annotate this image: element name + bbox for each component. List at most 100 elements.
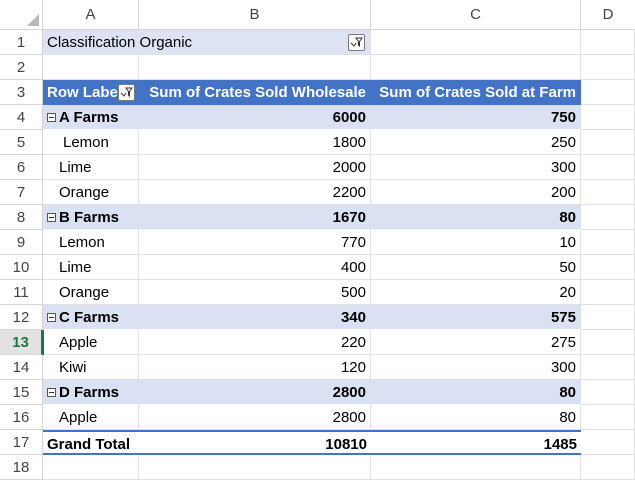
cell-d4[interactable] xyxy=(581,105,635,130)
pivot-item-label[interactable]: Apple xyxy=(43,405,139,430)
row-header-3[interactable]: 3 xyxy=(0,80,43,105)
item-wholesale-value[interactable]: 2200 xyxy=(139,180,371,205)
group-farm-value[interactable]: 750 xyxy=(371,105,581,130)
group-wholesale-value[interactable]: 1670 xyxy=(139,205,371,230)
grand-total-label[interactable]: Grand Total xyxy=(43,430,139,455)
item-farm-value[interactable]: 300 xyxy=(371,155,581,180)
collapse-icon[interactable] xyxy=(47,113,56,122)
cell-d1[interactable] xyxy=(581,30,635,55)
row-header-12[interactable]: 12 xyxy=(0,305,43,330)
item-farm-value[interactable]: 275 xyxy=(371,330,581,355)
column-header-c[interactable]: C xyxy=(371,0,581,30)
row-header-4[interactable]: 4 xyxy=(0,105,43,130)
cell-b18[interactable] xyxy=(139,455,371,480)
select-all-button[interactable] xyxy=(0,0,43,30)
pivot-item-label[interactable]: Lemon xyxy=(43,230,139,255)
pivot-header-wholesale[interactable]: Sum of Crates Sold Wholesale xyxy=(139,80,371,105)
item-farm-value[interactable]: 200 xyxy=(371,180,581,205)
column-header-d[interactable]: D xyxy=(581,0,635,30)
pivot-group-c-farms[interactable]: C Farms xyxy=(43,305,139,330)
item-wholesale-value[interactable]: 2000 xyxy=(139,155,371,180)
item-wholesale-value[interactable]: 220 xyxy=(139,330,371,355)
pivot-item-label[interactable]: Kiwi xyxy=(43,355,139,380)
group-farm-value[interactable]: 80 xyxy=(371,205,581,230)
pivot-item-label[interactable]: Orange xyxy=(43,180,139,205)
pivot-header-farm[interactable]: Sum of Crates Sold at Farm xyxy=(371,80,581,105)
cell-b2[interactable] xyxy=(139,55,371,80)
pivot-item-label[interactable]: Lemon xyxy=(43,130,139,155)
item-wholesale-value[interactable]: 2800 xyxy=(139,405,371,430)
cell-c2[interactable] xyxy=(371,55,581,80)
cell-d16[interactable] xyxy=(581,405,635,430)
row-header-1[interactable]: 1 xyxy=(0,30,43,55)
collapse-icon[interactable] xyxy=(47,213,56,222)
pivot-item-label[interactable]: Orange xyxy=(43,280,139,305)
cell-d6[interactable] xyxy=(581,155,635,180)
item-farm-value[interactable]: 10 xyxy=(371,230,581,255)
cell-d3[interactable] xyxy=(581,80,635,105)
pivot-group-d-farms[interactable]: D Farms xyxy=(43,380,139,405)
cell-d18[interactable] xyxy=(581,455,635,480)
cell-d17[interactable] xyxy=(581,430,635,455)
group-farm-value[interactable]: 80 xyxy=(371,380,581,405)
cell-c1[interactable] xyxy=(371,30,581,55)
cell-d13[interactable] xyxy=(581,330,635,355)
row-header-2[interactable]: 2 xyxy=(0,55,43,80)
item-wholesale-value[interactable]: 120 xyxy=(139,355,371,380)
row-header-18[interactable]: 18 xyxy=(0,455,43,480)
row-header-14[interactable]: 14 xyxy=(0,355,43,380)
cell-d9[interactable] xyxy=(581,230,635,255)
item-wholesale-value[interactable]: 770 xyxy=(139,230,371,255)
collapse-icon[interactable] xyxy=(47,313,56,322)
cell-c18[interactable] xyxy=(371,455,581,480)
group-farm-value[interactable]: 575 xyxy=(371,305,581,330)
row-header-16[interactable]: 16 xyxy=(0,405,43,430)
pivot-group-b-farms[interactable]: B Farms xyxy=(43,205,139,230)
row-header-5[interactable]: 5 xyxy=(0,130,43,155)
item-farm-value[interactable]: 20 xyxy=(371,280,581,305)
item-farm-value[interactable]: 250 xyxy=(371,130,581,155)
row-header-6[interactable]: 6 xyxy=(0,155,43,180)
row-header-17[interactable]: 17 xyxy=(0,430,43,455)
cell-d14[interactable] xyxy=(581,355,635,380)
cell-d8[interactable] xyxy=(581,205,635,230)
cell-d11[interactable] xyxy=(581,280,635,305)
group-wholesale-value[interactable]: 340 xyxy=(139,305,371,330)
item-farm-value[interactable]: 50 xyxy=(371,255,581,280)
row-header-13[interactable]: 13 xyxy=(0,330,43,355)
row-header-7[interactable]: 7 xyxy=(0,180,43,205)
item-farm-value[interactable]: 80 xyxy=(371,405,581,430)
cell-a2[interactable] xyxy=(43,55,139,80)
grand-total-farm[interactable]: 1485 xyxy=(371,430,581,455)
column-header-a[interactable]: A xyxy=(43,0,139,30)
grand-total-wholesale[interactable]: 10810 xyxy=(139,430,371,455)
pivot-item-label[interactable]: Lime xyxy=(43,255,139,280)
cell-d15[interactable] xyxy=(581,380,635,405)
collapse-icon[interactable] xyxy=(47,388,56,397)
row-header-15[interactable]: 15 xyxy=(0,380,43,405)
column-header-b[interactable]: B xyxy=(139,0,371,30)
row-header-11[interactable]: 11 xyxy=(0,280,43,305)
cell-d7[interactable] xyxy=(581,180,635,205)
row-labels-filter-button[interactable] xyxy=(118,84,135,101)
item-wholesale-value[interactable]: 1800 xyxy=(139,130,371,155)
pivot-group-a-farms[interactable]: A Farms xyxy=(43,105,139,130)
cell-d2[interactable] xyxy=(581,55,635,80)
pivot-item-label[interactable]: Lime xyxy=(43,155,139,180)
cell-d10[interactable] xyxy=(581,255,635,280)
item-wholesale-value[interactable]: 500 xyxy=(139,280,371,305)
group-wholesale-value[interactable]: 6000 xyxy=(139,105,371,130)
row-header-9[interactable]: 9 xyxy=(0,230,43,255)
item-farm-value[interactable]: 300 xyxy=(371,355,581,380)
cell-a18[interactable] xyxy=(43,455,139,480)
pivot-item-label[interactable]: Apple xyxy=(43,330,139,355)
item-wholesale-value[interactable]: 400 xyxy=(139,255,371,280)
group-wholesale-value[interactable]: 2800 xyxy=(139,380,371,405)
report-filter-cell[interactable]: Classification Organic xyxy=(43,30,371,55)
cell-d5[interactable] xyxy=(581,130,635,155)
cell-d12[interactable] xyxy=(581,305,635,330)
group-label: C Farms xyxy=(59,309,120,326)
row-header-8[interactable]: 8 xyxy=(0,205,43,230)
row-header-10[interactable]: 10 xyxy=(0,255,43,280)
report-filter-dropdown-button[interactable] xyxy=(348,34,365,51)
